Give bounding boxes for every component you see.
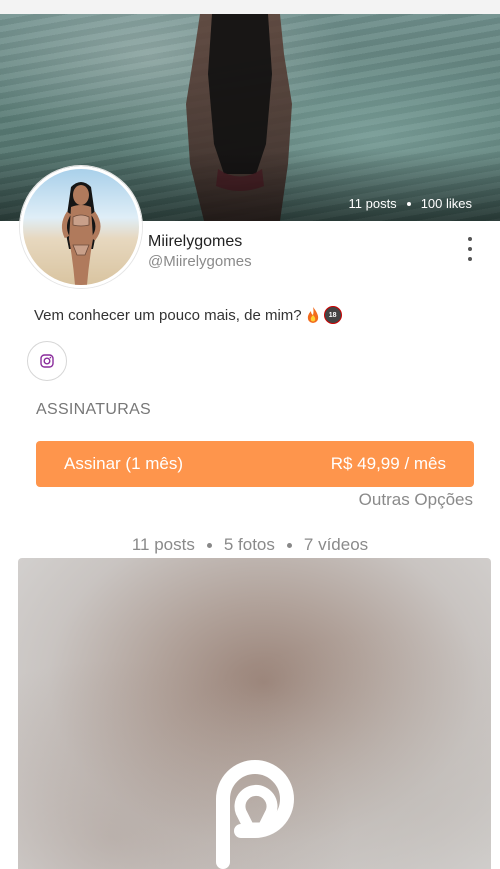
photos-count[interactable]: 5 fotos <box>224 535 275 555</box>
subscribe-price: R$ 49,99 / mês <box>330 454 446 473</box>
cover-stats: 11 posts 100 likes <box>349 196 473 211</box>
privacy-logo-icon <box>216 760 294 869</box>
kebab-dot <box>468 247 472 251</box>
avatar-figure <box>61 182 101 285</box>
display-name: Miirelygomes <box>148 233 243 250</box>
other-options-link[interactable]: Outras Opções <box>359 490 473 510</box>
bio: Vem conhecer um pouco mais, de mim? 18 <box>34 306 342 324</box>
fire-emoji-icon <box>307 307 318 323</box>
subscribe-button[interactable]: Assinar (1 mês) R$ 49,99 / mês <box>36 441 474 487</box>
avatar[interactable] <box>20 166 142 288</box>
instagram-icon <box>40 354 54 368</box>
separator-dot <box>206 542 212 548</box>
more-options-icon[interactable] <box>462 236 478 264</box>
status-strip <box>0 0 500 14</box>
separator-dot <box>286 542 292 548</box>
separator-dot <box>406 201 411 206</box>
username-handle: @Miirelygomes <box>148 253 252 270</box>
no-under-18-icon: 18 <box>323 306 342 324</box>
subscribe-plan-label: Assinar (1 mês) <box>64 454 184 473</box>
subscriptions-heading: ASSINATURAS <box>36 401 152 418</box>
instagram-link-button[interactable] <box>27 341 67 381</box>
cover-likes-count: 100 likes <box>420 196 472 211</box>
kebab-dot <box>468 257 472 261</box>
videos-count[interactable]: 7 vídeos <box>304 535 368 555</box>
kebab-dot <box>468 237 472 241</box>
content-counts: 11 posts 5 fotos 7 vídeos <box>0 535 500 555</box>
bio-text: Vem conhecer um pouco mais, de mim? <box>34 306 302 324</box>
cover-posts-count: 11 posts <box>348 196 397 211</box>
locked-post-card[interactable] <box>18 558 491 869</box>
posts-count[interactable]: 11 posts <box>132 535 195 555</box>
